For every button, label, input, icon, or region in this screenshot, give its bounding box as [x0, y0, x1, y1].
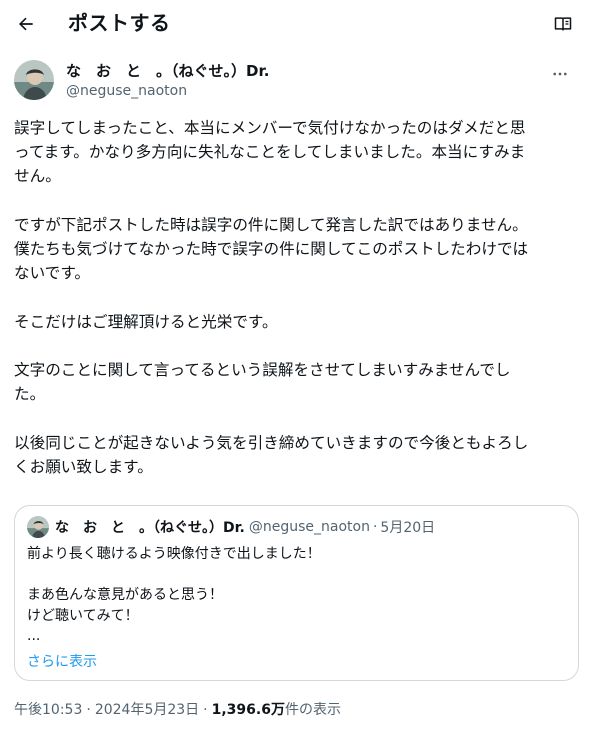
author-handle[interactable]: @neguse_naoton	[66, 82, 187, 100]
meta-separator: ·	[86, 702, 91, 718]
top-header: ポストする	[0, 0, 591, 48]
quoted-date: 5月20日	[380, 520, 436, 536]
reader-mode-button[interactable]	[549, 10, 577, 38]
post-date[interactable]: 2024年5月23日	[95, 702, 199, 718]
quoted-separator: ·	[372, 519, 378, 535]
quoted-tweet-card[interactable]: な お と 。（ねぐせ。）Dr. @neguse_naoton · 5月20日 …	[14, 505, 579, 681]
tweet-metadata: 午後10:53 · 2024年5月23日 · 1,396.6万件の表示	[14, 700, 341, 720]
quoted-handle: @neguse_naoton	[248, 519, 370, 535]
quoted-avatar	[27, 516, 49, 538]
tweet-paragraph: そこだけはご理解頂けると光栄です。	[14, 312, 278, 331]
post-time[interactable]: 午後10:53	[14, 702, 82, 718]
arrow-left-icon	[19, 17, 33, 31]
tweet-text: 誤字してしまったこと、本当にメンバーで気付けなかったのはダメだと思 ってます。か…	[14, 116, 579, 479]
tweet-author: な お と 。（ねぐせ。）Dr. @neguse_naoton	[14, 60, 574, 104]
more-horizontal-icon	[553, 72, 567, 76]
quoted-tweet-header: な お と 。（ねぐせ。）Dr. @neguse_naoton · 5月20日	[27, 516, 566, 538]
tweet-paragraph: 文字のことに関して言ってるという誤解をさせてしまいすみませんでし た。	[14, 360, 511, 404]
tweet-paragraph: 以後同じことが起きないよう気を引き締めていきますので今後ともよろし くお願い致し…	[14, 433, 529, 476]
views-label: 件の表示	[284, 702, 341, 718]
book-reader-icon	[554, 17, 572, 31]
tweet-paragraph: ですが下記ポストした時は誤字の件に関して発言した訳ではありません。 僕たちも気づ…	[14, 215, 529, 283]
page-title: ポストする	[68, 11, 171, 35]
meta-separator: ·	[203, 702, 208, 718]
tweet-paragraph: 誤字してしまったこと、本当にメンバーで気付けなかったのはダメだと思 ってます。か…	[14, 119, 526, 186]
show-more-link[interactable]: さらに表示	[27, 651, 97, 671]
author-display-name[interactable]: な お と 。（ねぐせ。）Dr.	[66, 61, 269, 81]
views-count: 1,396.6万	[211, 702, 285, 718]
more-options-button[interactable]	[548, 62, 572, 86]
quoted-display-name: な お と 。（ねぐせ。）Dr.	[55, 520, 245, 536]
quoted-tweet-text: 前より長く聴けるよう映像付きで出しました！ まあ色んな意見があると思う！ けど聴…	[27, 546, 321, 644]
back-button[interactable]	[10, 8, 42, 40]
avatar[interactable]	[14, 60, 54, 100]
